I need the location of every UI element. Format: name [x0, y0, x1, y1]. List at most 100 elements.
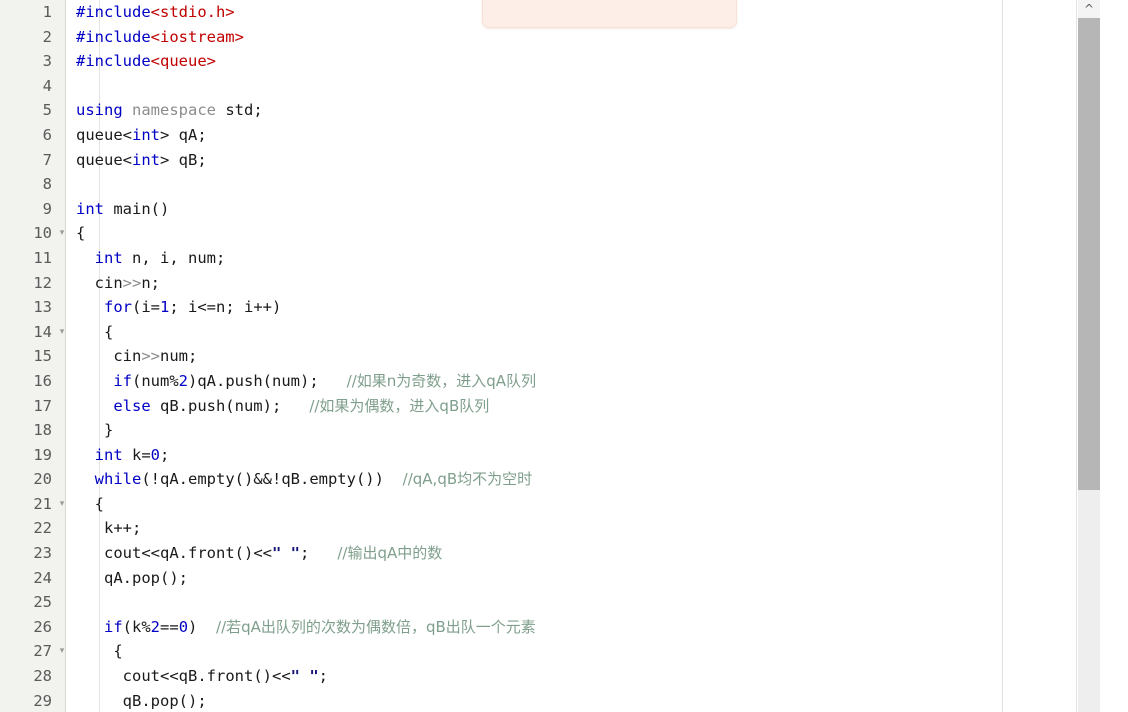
- line-number: 21: [33, 494, 52, 513]
- code-line[interactable]: 29 qB.pop();: [0, 689, 1002, 712]
- code-line-text: int k=0;: [76, 443, 170, 468]
- code-token: else: [113, 396, 151, 415]
- code-token: n, i, num;: [122, 248, 226, 267]
- line-number: 8: [42, 175, 52, 194]
- code-lines-container[interactable]: 1 #include<stdio.h> 2 #include<iostream> 3 #i…: [0, 0, 1002, 712]
- code-token: qB.pop();: [76, 691, 207, 710]
- code-token: namespace: [132, 101, 217, 120]
- code-token: k=: [122, 445, 151, 464]
- code-line-text: qA.pop();: [76, 566, 188, 591]
- code-line[interactable]: 7 queue<int> qB;: [0, 148, 1002, 173]
- code-line[interactable]: 18 }: [0, 418, 1002, 443]
- code-token: using: [76, 101, 123, 120]
- code-token: <: [122, 125, 133, 144]
- code-line[interactable]: 15 cin>>num;: [0, 344, 1002, 369]
- code-fold-toggle-icon[interactable]: ▾: [56, 320, 68, 345]
- code-line[interactable]: 24 qA.pop();: [0, 566, 1002, 591]
- code-editor-pane[interactable]: 1 #include<stdio.h> 2 #include<iostream> 3 #i…: [0, 0, 1002, 712]
- code-token: {: [76, 224, 86, 243]
- code-line[interactable]: 12 cin>>n;: [0, 271, 1002, 296]
- code-line[interactable]: 14 ▾ {: [0, 320, 1002, 345]
- code-line-text: #include<stdio.h>: [76, 0, 235, 25]
- code-line[interactable]: 13 for(i=1; i<=n; i++): [0, 295, 1002, 320]
- line-number: 9: [42, 199, 52, 218]
- code-line-text: #include<queue>: [76, 49, 216, 74]
- code-line[interactable]: 27 ▾ {: [0, 639, 1002, 664]
- code-line-text: #include<iostream>: [76, 25, 244, 50]
- code-token: (i=: [132, 298, 160, 317]
- code-token: <<: [160, 667, 179, 686]
- code-line[interactable]: 19 int k=0;: [0, 443, 1002, 468]
- code-line[interactable]: 22 k++;: [0, 516, 1002, 541]
- popup-panel[interactable]: [482, 0, 737, 28]
- code-line[interactable]: 6 queue<int> qA;: [0, 123, 1002, 148]
- line-number: 6: [42, 125, 52, 144]
- code-fold-toggle-icon[interactable]: ▾: [56, 492, 68, 517]
- code-token: #include: [76, 3, 151, 21]
- code-line[interactable]: 9 int main(): [0, 197, 1002, 222]
- code-token: std;: [216, 101, 263, 120]
- code-line[interactable]: 20 while(!qA.empty()&&!qB.empty()) //qA,…: [0, 467, 1002, 492]
- code-token: //如果为偶数，进入qB队列: [309, 396, 490, 415]
- code-line[interactable]: 21 ▾ {: [0, 492, 1002, 517]
- code-line[interactable]: 23 cout<<qA.front()<<" "; //输出qA中的数: [0, 541, 1002, 566]
- code-fold-toggle-icon[interactable]: ▾: [56, 221, 68, 246]
- code-line[interactable]: 16 if(num%2)qA.push(num); //如果n为奇数，进入qA队…: [0, 369, 1002, 394]
- code-line[interactable]: 2 #include<iostream>: [0, 25, 1002, 50]
- editor-window: 1 #include<stdio.h> 2 #include<iostream> 3 #i…: [0, 0, 1128, 712]
- code-line-text: queue<int> qB;: [76, 148, 207, 173]
- code-token: {: [76, 494, 104, 513]
- code-line[interactable]: 11 int n, i, num;: [0, 246, 1002, 271]
- scrollbar-thumb[interactable]: [1078, 18, 1100, 490]
- line-number: 28: [33, 667, 52, 686]
- code-line[interactable]: 25: [0, 590, 1002, 615]
- code-line[interactable]: 4: [0, 74, 1002, 99]
- code-token: " ": [272, 544, 300, 563]
- line-number: 22: [33, 519, 52, 538]
- code-line[interactable]: 5 using namespace std;: [0, 98, 1002, 123]
- line-number: 18: [33, 421, 52, 440]
- code-token: ==: [160, 617, 179, 636]
- code-token: //如果n为奇数，进入qA队列: [346, 371, 537, 390]
- code-line-text: {: [76, 320, 113, 345]
- code-token: k++;: [76, 519, 142, 538]
- code-token: num;: [160, 347, 198, 366]
- code-line[interactable]: 3 #include<queue>: [0, 49, 1002, 74]
- code-token: qA.front(): [160, 544, 254, 563]
- line-number: 27: [33, 642, 52, 661]
- code-fold-toggle-icon[interactable]: ▾: [56, 639, 68, 664]
- code-line[interactable]: 8: [0, 172, 1002, 197]
- line-number: 13: [33, 298, 52, 317]
- code-token: main(): [104, 199, 170, 218]
- scrollbar-track[interactable]: [1078, 490, 1100, 712]
- code-line-text: else qB.push(num); //如果为偶数，进入qB队列: [76, 394, 489, 419]
- code-line-text: cout<<qA.front()<<" "; //输出qA中的数: [76, 541, 442, 566]
- code-line[interactable]: 28 cout<<qB.front()<<" ";: [0, 664, 1002, 689]
- code-token: //qA,qB均不为空时: [402, 470, 533, 489]
- code-token: (k%: [122, 617, 151, 636]
- scroll-up-icon[interactable]: ^: [1078, 0, 1100, 18]
- line-number: 12: [33, 273, 52, 292]
- code-token: 2: [178, 371, 189, 390]
- code-token: ;: [318, 667, 329, 686]
- code-token: n; i++): [216, 298, 282, 317]
- code-line[interactable]: 17 else qB.push(num); //如果为偶数，进入qB队列: [0, 394, 1002, 419]
- code-token: cin: [76, 273, 123, 292]
- code-line-text: qB.pop();: [76, 689, 207, 712]
- line-number: 7: [42, 150, 52, 169]
- code-line[interactable]: 26 if(k%2==0) //若qA出队列的次数为偶数倍，qB出队一个元素: [0, 615, 1002, 640]
- code-line-text: using namespace std;: [76, 98, 263, 123]
- code-line-text: cout<<qB.front()<<" ";: [76, 664, 328, 689]
- code-line[interactable]: 10 ▾ {: [0, 221, 1002, 246]
- code-token: int: [132, 125, 161, 144]
- code-token: //输出qA中的数: [337, 544, 443, 563]
- code-line-text: {: [76, 639, 122, 664]
